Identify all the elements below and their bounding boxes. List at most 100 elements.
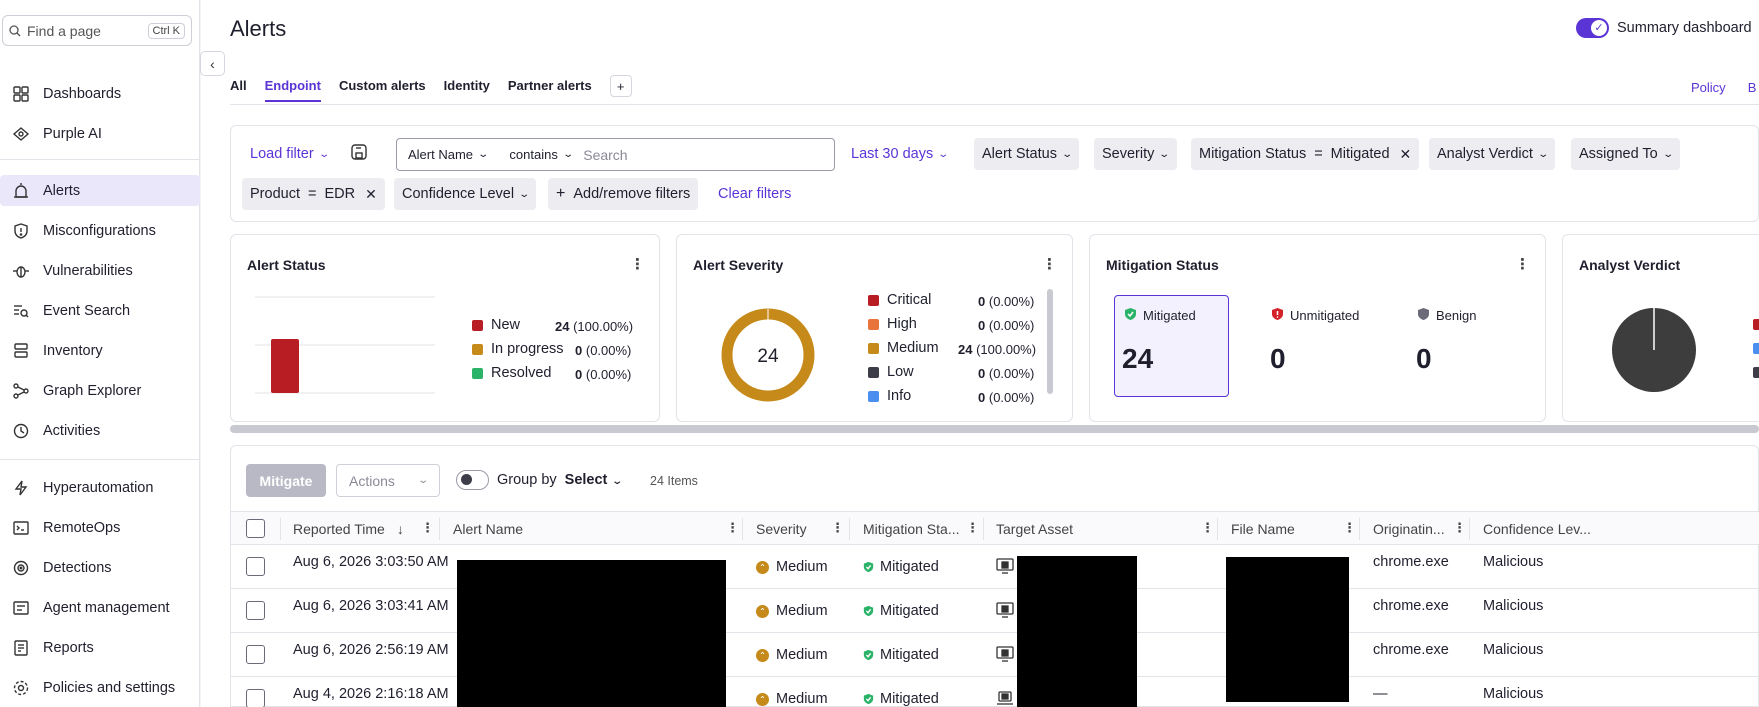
chevron-down-icon: ⌄ — [1061, 148, 1074, 160]
remove-filter-icon[interactable]: ✕ — [1400, 146, 1412, 163]
column-menu-icon[interactable]: ⋮ — [421, 520, 434, 536]
column-menu-icon[interactable]: ⋮ — [966, 520, 979, 536]
tab-custom-alerts[interactable]: Custom alerts — [339, 78, 426, 102]
mitigate-button[interactable]: Mitigate — [246, 464, 326, 497]
column-alert-name[interactable]: Alert Name — [453, 512, 523, 545]
group-by-select[interactable]: Select ⌄ — [565, 472, 624, 488]
save-filter-button[interactable] — [344, 138, 374, 170]
tab-all[interactable]: All — [230, 78, 247, 102]
collapse-sidebar-button[interactable]: ‹ — [200, 51, 225, 76]
tab-identity[interactable]: Identity — [444, 78, 490, 102]
sidebar-item-label: Hyperautomation — [43, 479, 154, 496]
chevron-down-icon: ⌄ — [1158, 148, 1171, 160]
sidebar-item-vulnerabilities[interactable]: Vulnerabilities — [0, 255, 200, 286]
search-input[interactable]: Search — [583, 139, 638, 170]
sidebar-item-activities[interactable]: Activities — [0, 415, 200, 446]
tab-endpoint[interactable]: Endpoint — [264, 78, 321, 102]
assigned-to-filter[interactable]: Assigned To ⌄ — [1571, 138, 1681, 170]
sidebar-item-detections[interactable]: Detections — [0, 552, 200, 583]
product-filter[interactable]: Product = EDR ✕ — [242, 178, 385, 210]
clear-filters-label: Clear filters — [718, 186, 792, 202]
radar-icon — [11, 558, 31, 578]
search-operator-dropdown[interactable]: contains ⌄ — [498, 139, 583, 170]
search-field-dropdown[interactable]: Alert Name ⌄ — [397, 139, 498, 170]
sidebar-item-label: Policies and settings — [43, 679, 176, 696]
column-menu-icon[interactable]: ⋮ — [726, 520, 739, 536]
find-page-search[interactable]: Find a page Ctrl K — [2, 15, 192, 46]
column-severity[interactable]: Severity — [756, 512, 807, 545]
toggle-switch-on[interactable] — [1576, 18, 1609, 38]
column-mitigation-status[interactable]: Mitigation Sta... — [863, 512, 960, 545]
mitigation-filter-value: Mitigated — [1330, 146, 1390, 162]
column-menu-icon[interactable]: ⋮ — [1343, 520, 1356, 536]
confidence-cell: Malicious — [1483, 554, 1544, 570]
status-bar-new — [271, 339, 299, 393]
sidebar-item-event-search[interactable]: Event Search — [0, 295, 200, 326]
sidebar-item-inventory[interactable]: Inventory — [0, 335, 200, 366]
column-confidence-level[interactable]: Confidence Lev... — [1483, 512, 1591, 545]
add-remove-filters-button[interactable]: + Add/remove filters — [548, 178, 699, 210]
severity-filter[interactable]: Severity ⌄ — [1094, 138, 1177, 170]
column-label: Reported Time — [293, 520, 385, 537]
column-label: File Name — [1231, 520, 1295, 537]
alerts-table-panel: Mitigate Actions ⌄ Group by Select ⌄ 24 I… — [230, 445, 1759, 707]
legend-label: In progress — [491, 341, 564, 357]
analyst-verdict-filter[interactable]: Analyst Verdict ⌄ — [1429, 138, 1556, 170]
policy-link[interactable]: Policy — [1691, 80, 1726, 95]
mitigation-item-label: Benign — [1436, 308, 1477, 323]
date-range-dropdown[interactable]: Last 30 days ⌄ — [843, 138, 956, 170]
column-label: Mitigation Sta... — [863, 520, 960, 537]
column-originating-process[interactable]: Originatin... — [1373, 512, 1445, 545]
column-file-name[interactable]: File Name — [1231, 512, 1295, 545]
mitigation-item-label: Unmitigated — [1290, 308, 1360, 323]
sidebar-item-policies-settings[interactable]: Policies and settings — [0, 672, 200, 703]
sidebar-item-graph-explorer[interactable]: Graph Explorer — [0, 375, 200, 406]
legend-medium: Medium — [868, 340, 939, 356]
sidebar-item-purple-ai[interactable]: Purple AI — [0, 118, 200, 149]
column-menu-icon[interactable]: ⋮ — [1201, 520, 1214, 536]
kebab-menu-icon[interactable]: ⋮ — [1515, 255, 1530, 273]
sidebar-item-dashboards[interactable]: Dashboards — [0, 78, 200, 109]
column-menu-icon[interactable]: ⋮ — [831, 520, 844, 536]
actions-dropdown[interactable]: Actions ⌄ — [336, 464, 440, 497]
row-checkbox[interactable] — [246, 645, 265, 664]
summary-dashboard-toggle[interactable]: Summary dashboard — [1576, 18, 1752, 38]
sidebar-item-agent-management[interactable]: Agent management — [0, 592, 200, 623]
clear-filters-link[interactable]: Clear filters — [710, 178, 799, 210]
sidebar-item-reports[interactable]: Reports — [0, 632, 200, 663]
truncated-link[interactable]: B — [1748, 80, 1757, 95]
legend-count: 24 — [958, 342, 973, 357]
column-reported-time[interactable]: Reported Time ↓ — [293, 512, 404, 545]
sidebar-item-alerts[interactable]: Alerts — [0, 175, 200, 206]
kebab-menu-icon[interactable]: ⋮ — [1042, 255, 1057, 273]
select-all-checkbox[interactable] — [246, 512, 265, 545]
cards-horizontal-scrollbar[interactable] — [230, 425, 1759, 433]
kebab-menu-icon[interactable]: ⋮ — [630, 255, 645, 273]
confidence-level-filter-label: Confidence Level — [402, 186, 515, 202]
load-filter-dropdown[interactable]: Load filter ⌄ — [242, 138, 336, 170]
unmitigated-label: Unmitigated — [1271, 307, 1359, 324]
remove-filter-icon[interactable]: ✕ — [365, 186, 377, 203]
sidebar-item-hyperautomation[interactable]: Hyperautomation — [0, 472, 200, 503]
chevron-down-icon: ⌄ — [518, 188, 531, 200]
group-by-toggle[interactable] — [456, 470, 489, 490]
confidence-level-filter[interactable]: Confidence Level ⌄ — [394, 178, 537, 210]
product-filter-key: Product — [250, 186, 300, 202]
legend-pct: (0.00%) — [988, 366, 1035, 381]
row-checkbox[interactable] — [246, 557, 265, 576]
alert-status-filter[interactable]: Alert Status ⌄ — [974, 138, 1080, 170]
sparkle-icon — [11, 124, 31, 144]
mitigation-label: Mitigated — [880, 647, 939, 663]
row-checkbox[interactable] — [246, 689, 265, 707]
legend-scrollbar[interactable] — [1047, 289, 1053, 394]
mitigation-status-filter[interactable]: Mitigation Status = Mitigated ✕ — [1191, 138, 1420, 170]
row-checkbox[interactable] — [246, 601, 265, 620]
add-tab-button[interactable]: + — [609, 75, 632, 97]
legend-swatch — [868, 390, 879, 402]
sidebar-item-remoteops[interactable]: RemoteOps — [0, 512, 200, 543]
column-target-asset[interactable]: Target Asset — [996, 512, 1073, 545]
sidebar-item-misconfigurations[interactable]: Misconfigurations — [0, 215, 200, 246]
tab-partner-alerts[interactable]: Partner alerts — [508, 78, 592, 102]
column-menu-icon[interactable]: ⋮ — [1453, 520, 1466, 536]
column-separator — [439, 518, 440, 540]
